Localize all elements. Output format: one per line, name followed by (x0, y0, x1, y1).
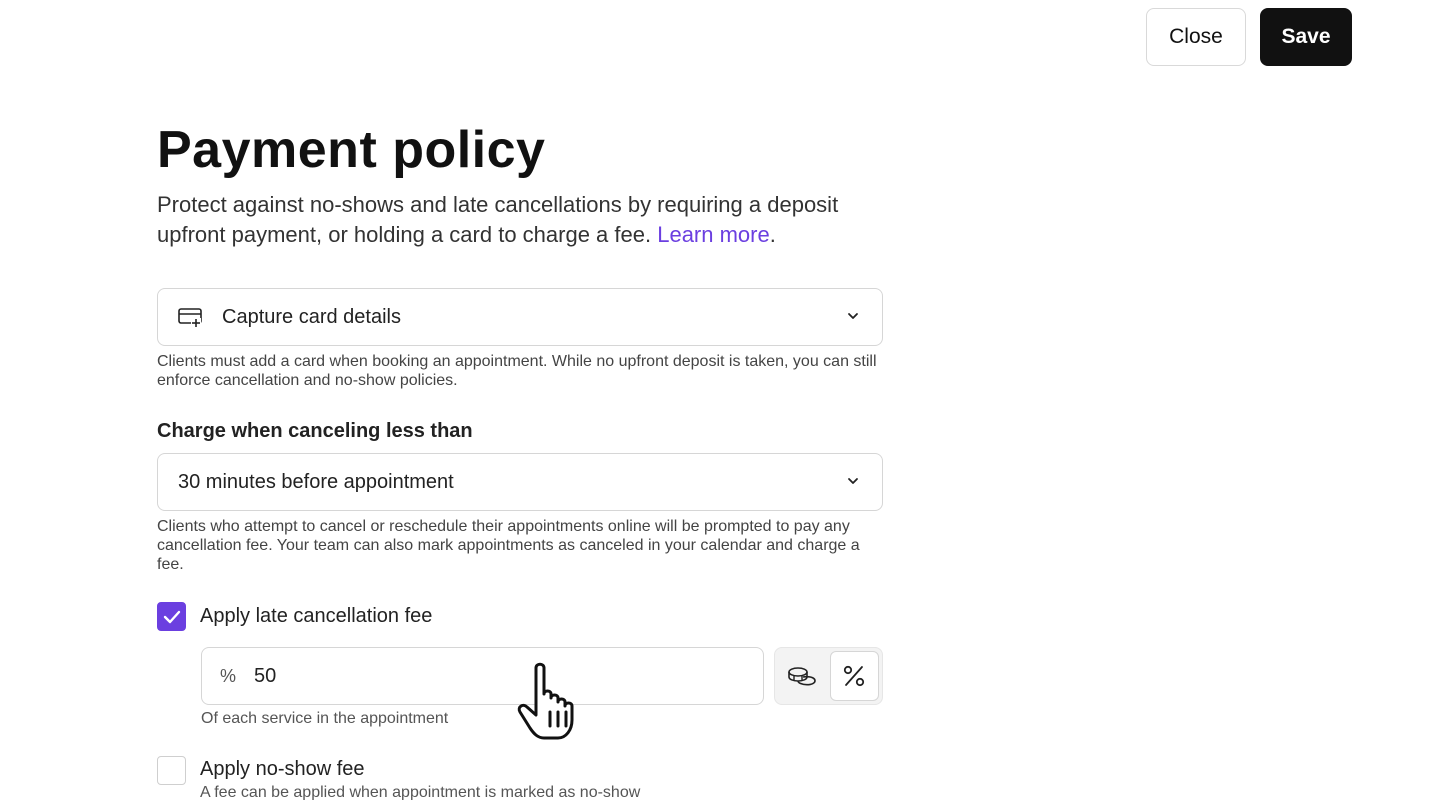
chevron-down-icon (848, 313, 858, 319)
fee-mode-toggle (774, 647, 883, 705)
no-show-help: A fee can be applied when appointment is… (200, 784, 641, 800)
page-title: Payment policy (157, 121, 546, 179)
save-button[interactable]: Save (1260, 8, 1352, 66)
capture-card-help: Clients must add a card when booking an … (157, 353, 877, 389)
percent-unit: % (220, 665, 237, 686)
no-show-row: Apply no-show fee A fee can be applied w… (157, 756, 883, 800)
no-show-checkbox[interactable] (157, 756, 186, 785)
capture-card-select[interactable]: Capture card details (157, 288, 883, 346)
late-fee-label: Apply late cancellation fee (200, 605, 433, 627)
late-fee-checkbox[interactable] (157, 602, 186, 631)
learn-more-link[interactable]: Learn more (657, 222, 770, 247)
no-show-text: Apply no-show fee A fee can be applied w… (200, 756, 640, 800)
fixed-amount-option[interactable] (778, 651, 827, 701)
card-plus-icon (178, 308, 202, 328)
no-show-label: Apply no-show fee (200, 758, 365, 780)
capture-card-label: Capture card details (222, 305, 401, 328)
hand-pointer-cursor-icon (517, 662, 574, 740)
cancel-window-help: Clients who attempt to cancel or resched… (157, 518, 860, 573)
close-button[interactable]: Close (1146, 8, 1246, 66)
page-intro: Protect against no-shows and late cancel… (157, 190, 883, 250)
late-fee-amount-field[interactable]: % (201, 647, 764, 705)
cancel-window-select[interactable]: 30 minutes before appointment (157, 453, 883, 511)
top-actions: Close Save (1146, 8, 1352, 66)
cancel-window-label: Charge when canceling less than (157, 420, 473, 442)
percent-option[interactable] (829, 651, 879, 701)
cancel-window-value: 30 minutes before appointment (178, 470, 454, 493)
coins-icon (788, 667, 817, 686)
late-fee-row: Apply late cancellation fee (157, 602, 883, 631)
percent-icon (844, 665, 865, 687)
checkmark-icon (163, 610, 180, 623)
learn-more-suffix: . (769, 222, 776, 247)
late-fee-amount-input[interactable] (254, 664, 554, 688)
chevron-down-icon (848, 478, 858, 484)
